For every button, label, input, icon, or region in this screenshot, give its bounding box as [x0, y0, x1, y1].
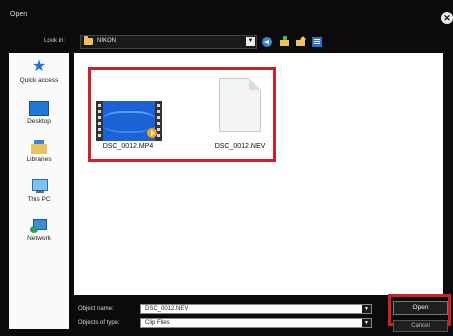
- title-bar: Open ✕: [0, 0, 453, 26]
- object-name-label: Object name:: [78, 306, 114, 312]
- window-title: Open: [10, 11, 28, 18]
- look-in-label: Look in:: [44, 38, 66, 44]
- place-this-pc[interactable]: This PC: [9, 179, 69, 203]
- folder-icon: [84, 36, 93, 45]
- video-thumbnail-icon[interactable]: [96, 101, 162, 141]
- network-icon: [30, 219, 48, 233]
- view-menu-icon[interactable]: [312, 37, 322, 47]
- place-quick-access[interactable]: ★ Quick access: [9, 58, 69, 85]
- place-libraries[interactable]: Libraries: [9, 140, 69, 163]
- file-name[interactable]: DSC_0012.NEV: [206, 143, 274, 150]
- object-type-select[interactable]: Clip Files ▼: [140, 318, 372, 328]
- place-label: Libraries: [26, 156, 52, 163]
- object-name-field[interactable]: DSC_0012.NEV ▼: [140, 304, 372, 314]
- object-type-value: Clip Files: [145, 320, 170, 326]
- star-icon: ★: [31, 58, 47, 75]
- place-label: Desktop: [27, 118, 51, 125]
- play-icon: [147, 128, 157, 138]
- chevron-down-icon[interactable]: ▼: [362, 305, 371, 313]
- place-desktop[interactable]: Desktop: [9, 101, 69, 125]
- file-name[interactable]: DSC_0012.MP4: [92, 143, 164, 150]
- look-in-dropdown[interactable]: NIKON ▼: [80, 35, 257, 49]
- object-name-value: DSC_0012.NEV: [145, 306, 189, 312]
- document-icon[interactable]: [219, 78, 261, 132]
- place-label: Network: [27, 235, 51, 242]
- back-arrow-icon[interactable]: [262, 37, 272, 47]
- desktop-icon: [29, 101, 49, 116]
- place-label: Quick access: [19, 77, 59, 84]
- new-folder-icon[interactable]: [296, 36, 306, 47]
- place-label: This PC: [27, 196, 51, 203]
- chevron-down-icon[interactable]: ▼: [362, 319, 371, 327]
- close-icon[interactable]: ✕: [441, 12, 453, 24]
- pc-icon: [30, 179, 48, 194]
- up-folder-icon[interactable]: [280, 36, 290, 47]
- chevron-down-icon[interactable]: ▼: [246, 37, 255, 46]
- place-network[interactable]: Network: [9, 219, 69, 242]
- object-type-label: Objects of type:: [78, 320, 120, 326]
- places-sidebar: ★ Quick access Desktop Libraries This PC…: [9, 53, 69, 329]
- libraries-icon: [31, 140, 47, 154]
- open-button[interactable]: Open: [393, 301, 448, 315]
- look-in-value: NIKON: [97, 38, 117, 44]
- cancel-button[interactable]: Cancel: [393, 320, 448, 332]
